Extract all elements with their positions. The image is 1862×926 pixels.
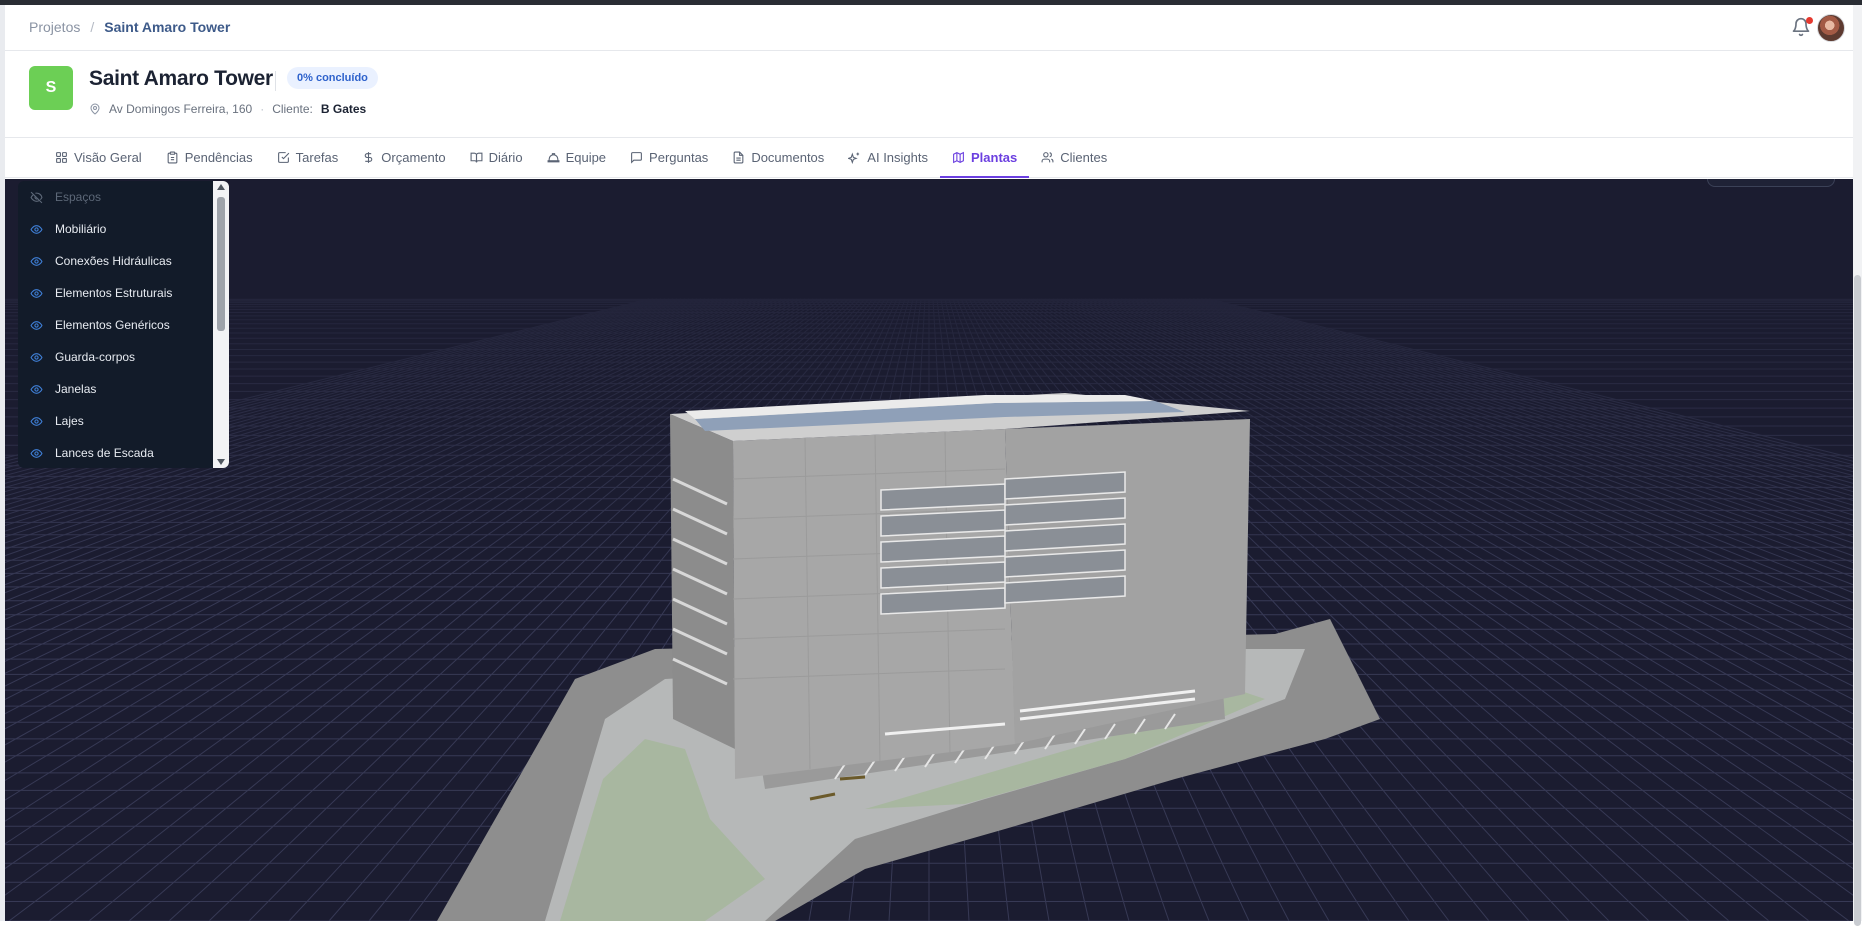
eye-icon[interactable]	[30, 415, 43, 428]
tab-label: Pendências	[184, 150, 253, 165]
tab-clientes[interactable]: Clientes	[1029, 138, 1119, 177]
layer-label: Conexões Hidráulicas	[55, 254, 172, 268]
layer-label: Lances de Escada	[55, 446, 154, 460]
tab-label: Perguntas	[649, 150, 709, 165]
client-label: Cliente:	[272, 102, 313, 116]
tab-pendencias[interactable]: Pendências	[154, 138, 265, 177]
tab-plantas[interactable]: Plantas	[940, 138, 1030, 178]
client-name: B Gates	[320, 102, 367, 116]
tab-label: Documentos	[751, 150, 825, 165]
layer-label: Espaços	[55, 190, 102, 204]
grid-icon	[56, 152, 67, 163]
top-header: Projetos / Saint Amaro Tower	[5, 5, 1853, 51]
meta-separator: ·	[260, 102, 265, 116]
tab-label: AI Insights	[867, 150, 928, 165]
tab-equipe[interactable]: Equipe	[535, 138, 618, 177]
hardhat-icon	[547, 153, 560, 163]
project-logo: S	[29, 66, 73, 110]
layer-list: Espaços Mobiliário Conexões Hidráulicas …	[18, 181, 211, 468]
page-scrollbar-thumb[interactable]	[1854, 275, 1861, 926]
layer-item[interactable]: Mobiliário	[18, 213, 211, 245]
title-divider	[275, 71, 276, 91]
layer-item[interactable]: Espaços	[18, 181, 211, 213]
tab-documentos[interactable]: Documentos	[720, 138, 836, 177]
eye-icon[interactable]	[30, 223, 43, 236]
eye-icon[interactable]	[30, 319, 43, 332]
tab-label: Orçamento	[381, 150, 446, 165]
users-icon	[1041, 152, 1054, 163]
viewer-scene[interactable]	[5, 179, 1853, 921]
tab-label: Visão Geral	[74, 150, 142, 165]
map-pin-icon	[90, 103, 100, 115]
tab-label: Tarefas	[295, 150, 339, 165]
project-address: Av Domingos Ferreira, 160	[109, 102, 253, 116]
eye-off-icon[interactable]	[30, 191, 43, 204]
layer-item[interactable]: Guarda-corpos	[18, 341, 211, 373]
layers-scrollbar[interactable]	[213, 181, 229, 468]
layer-item[interactable]: Janelas	[18, 373, 211, 405]
tab-diario[interactable]: Diário	[458, 138, 535, 177]
progress-badge: 0% concluído	[287, 67, 378, 89]
notification-dot	[1806, 17, 1813, 24]
viewer-toolbar[interactable]	[1707, 179, 1835, 187]
tab-tarefas[interactable]: Tarefas	[265, 138, 351, 177]
glazing-bands	[880, 471, 1126, 615]
breadcrumb-separator: /	[90, 19, 95, 35]
tab-visao-geral[interactable]: Visão Geral	[43, 138, 154, 177]
check-square-icon	[277, 152, 289, 163]
sparkles-icon	[848, 152, 860, 164]
breadcrumb: Projetos / Saint Amaro Tower	[29, 19, 230, 35]
scroll-up-arrow-icon[interactable]	[217, 184, 225, 190]
tab-label: Clientes	[1060, 150, 1108, 165]
layer-label: Guarda-corpos	[55, 350, 136, 364]
project-tabs: Visão Geral Pendências Tarefas Orçamento…	[5, 138, 1853, 178]
tab-orcamento[interactable]: Orçamento	[350, 138, 457, 177]
tab-label: Equipe	[565, 150, 607, 165]
3d-model-viewer[interactable]: Espaços Mobiliário Conexões Hidráulicas …	[5, 179, 1853, 921]
layer-item[interactable]: Lajes	[18, 405, 211, 437]
clipboard-icon	[167, 151, 178, 164]
project-title: Saint Amaro Tower	[89, 67, 273, 90]
layer-label: Mobiliário	[55, 222, 107, 236]
eye-icon[interactable]	[30, 447, 43, 460]
message-icon	[631, 152, 642, 164]
tab-label: Diário	[488, 150, 523, 165]
file-icon	[733, 151, 744, 164]
map-icon	[953, 151, 964, 164]
scroll-down-arrow-icon[interactable]	[217, 459, 225, 465]
layer-label: Lajes	[55, 414, 84, 428]
layer-label: Elementos Genéricos	[55, 318, 170, 332]
breadcrumb-current: Saint Amaro Tower	[104, 19, 231, 35]
tab-perguntas[interactable]: Perguntas	[618, 138, 720, 177]
breadcrumb-projects-link[interactable]: Projetos	[29, 19, 80, 35]
layer-label: Elementos Estruturais	[55, 286, 173, 300]
layers-panel: Espaços Mobiliário Conexões Hidráulicas …	[18, 181, 229, 468]
project-meta: Av Domingos Ferreira, 160 · Cliente: B G…	[89, 102, 366, 116]
project-header: S Saint Amaro Tower 0% concluído Av Domi…	[5, 51, 1853, 138]
page-scrollbar[interactable]	[1853, 5, 1862, 926]
eye-icon[interactable]	[30, 255, 43, 268]
layer-label: Janelas	[55, 382, 97, 396]
eye-icon[interactable]	[30, 383, 43, 396]
layer-item[interactable]: Elementos Estruturais	[18, 277, 211, 309]
dollar-icon	[365, 152, 373, 163]
tab-label: Plantas	[971, 150, 1018, 165]
layer-item[interactable]: Conexões Hidráulicas	[18, 245, 211, 277]
layer-item[interactable]: Lances de Escada	[18, 437, 211, 468]
eye-icon[interactable]	[30, 351, 43, 364]
user-avatar[interactable]	[1817, 14, 1845, 42]
eye-icon[interactable]	[30, 287, 43, 300]
layers-scrollbar-thumb[interactable]	[217, 197, 225, 331]
layer-item[interactable]: Elementos Genéricos	[18, 309, 211, 341]
book-icon	[470, 152, 483, 163]
tab-ai-insights[interactable]: AI Insights	[836, 138, 940, 177]
